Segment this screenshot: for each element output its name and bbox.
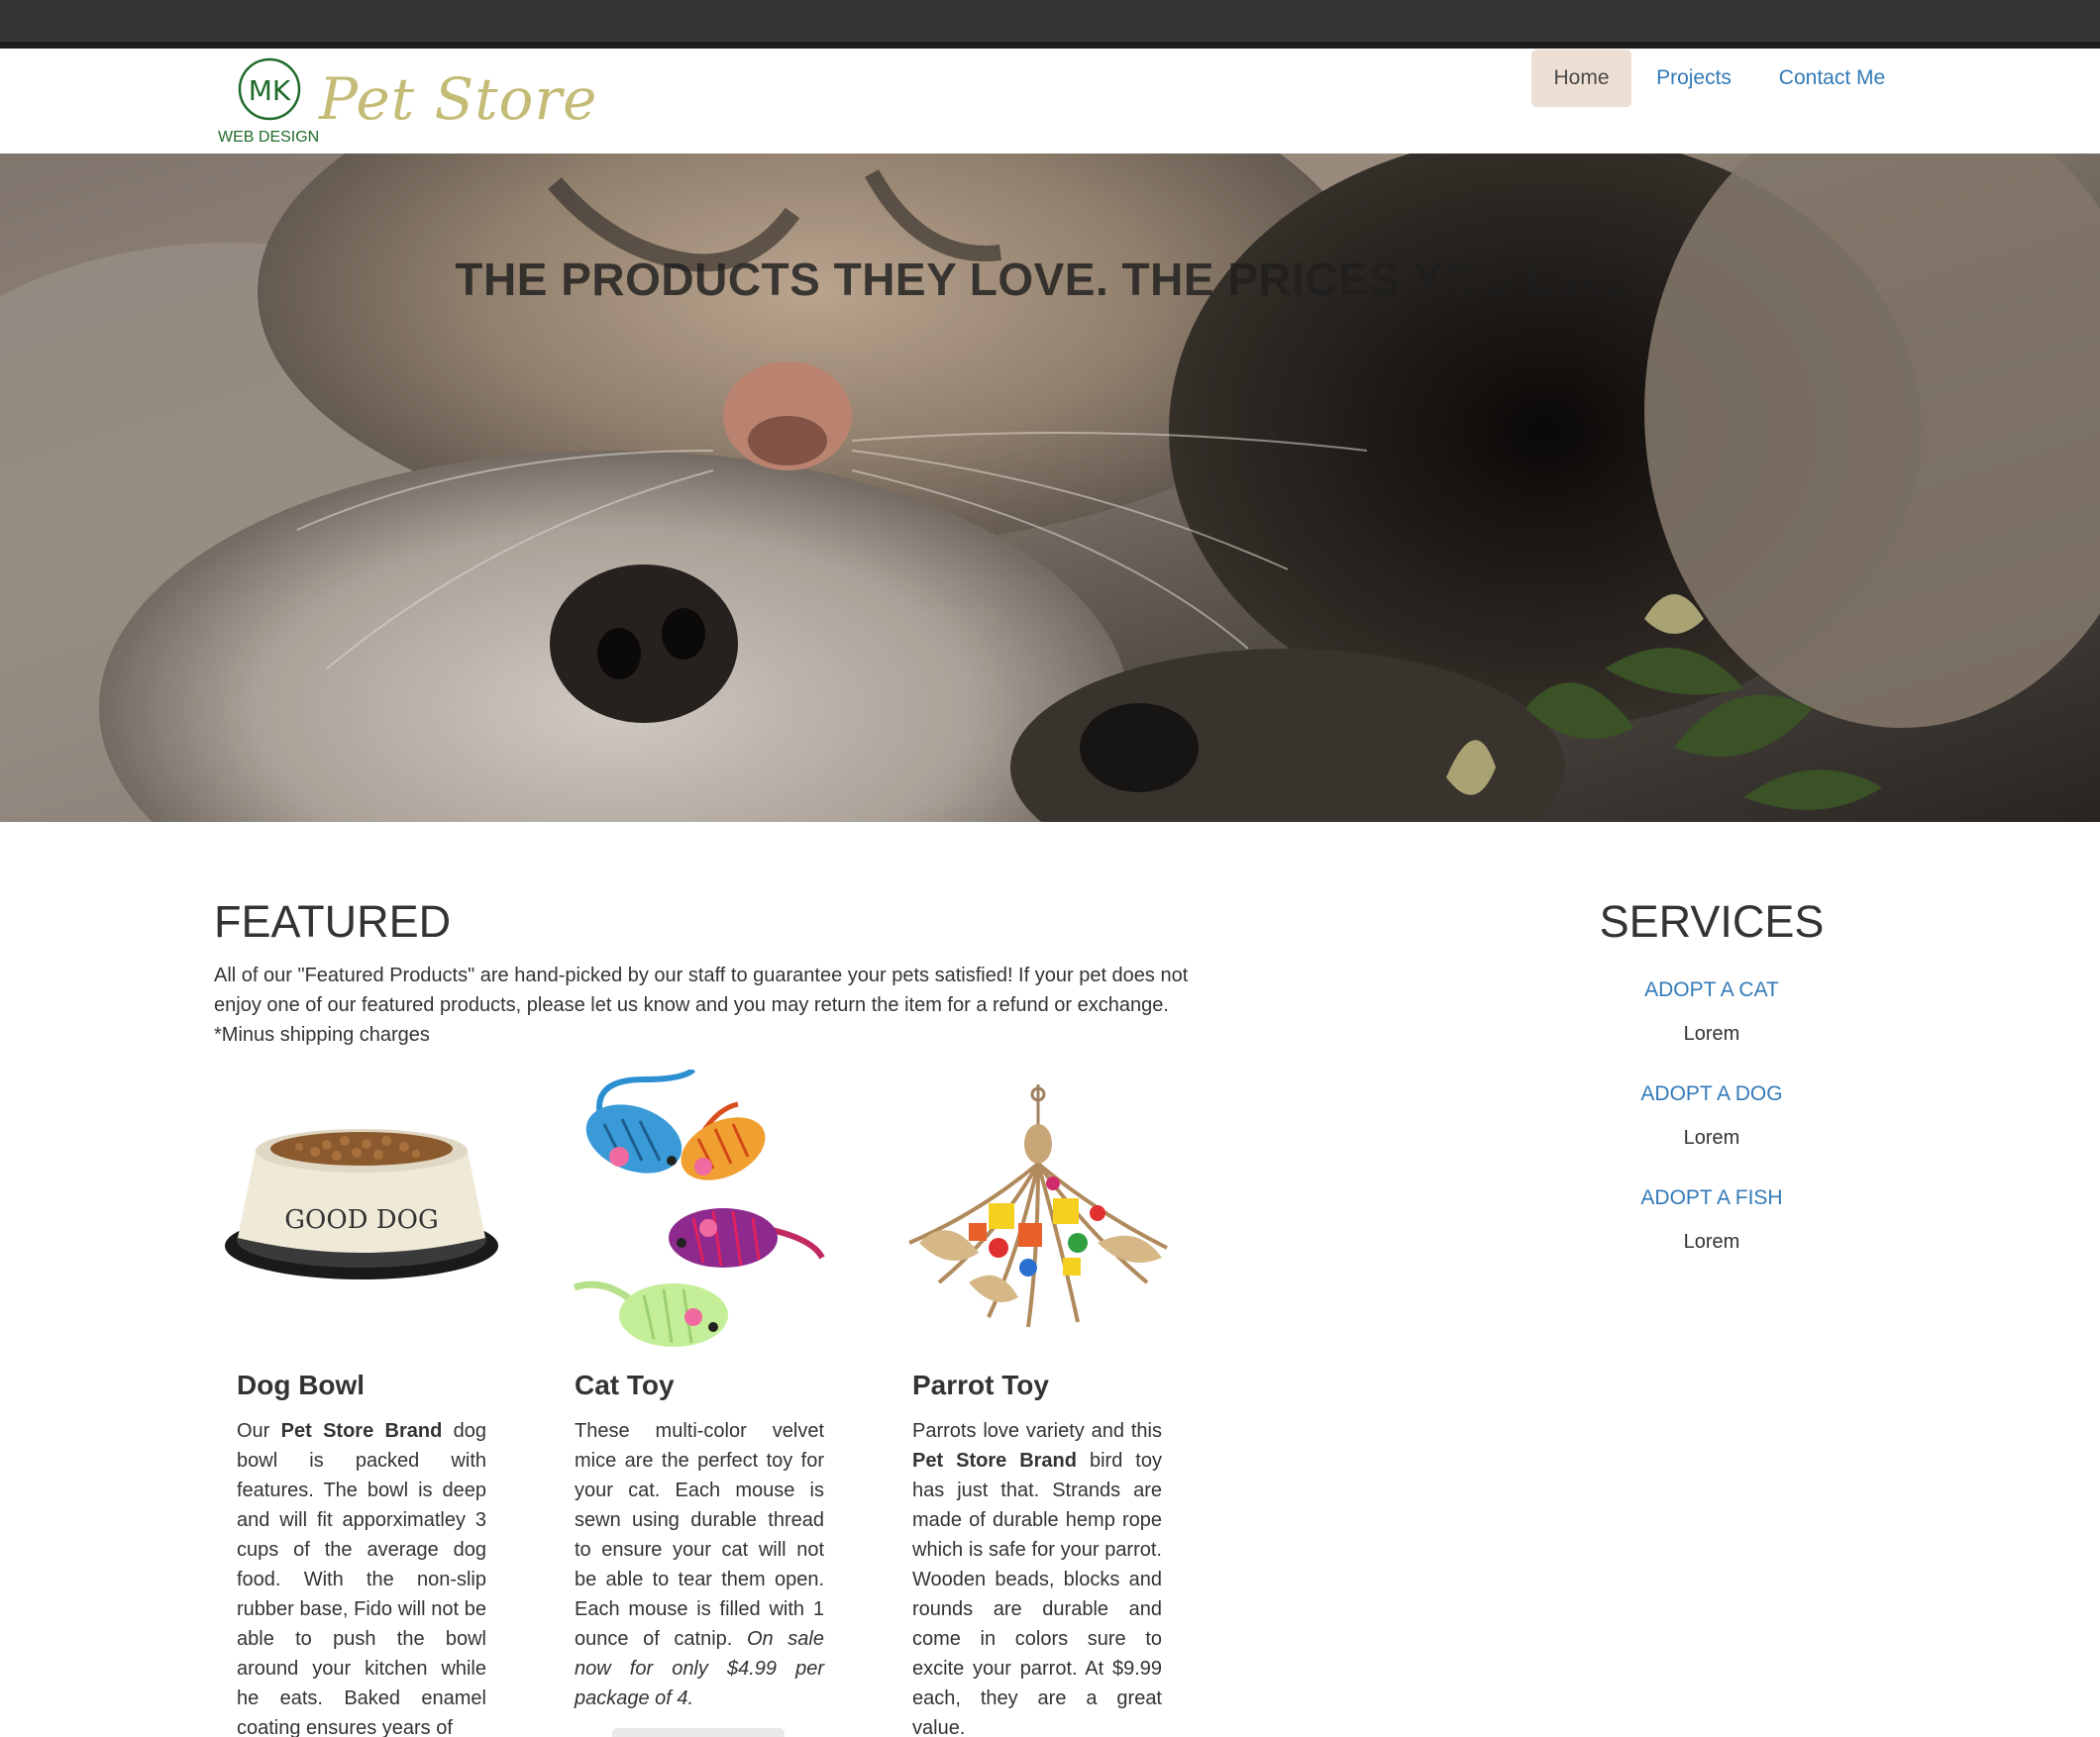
service-text-adopt-dog: Lorem (1683, 1127, 1740, 1149)
nav-home[interactable]: Home (1531, 50, 1631, 107)
cat-toy-button[interactable] (612, 1728, 785, 1737)
top-bar-edge (0, 42, 2100, 49)
browser-top-bar (0, 0, 2100, 42)
logo-monogram: MK (249, 74, 291, 107)
product-name-cat-toy: Cat Toy (575, 1370, 675, 1400)
services-title: SERVICES (1599, 896, 1825, 947)
brand-highlight: Pet Store Brand (280, 1420, 443, 1442)
cat-toy-image[interactable] (565, 1067, 832, 1357)
service-link-adopt-cat[interactable]: ADOPT A CAT (1514, 978, 1910, 1002)
mk-logo[interactable]: MK WEB DESIGN (216, 56, 327, 146)
nav-contact[interactable]: Contact Me (1760, 50, 1904, 107)
product-name-dog-bowl: Dog Bowl (237, 1370, 366, 1400)
dog-bowl-image[interactable]: GOOD DOG (218, 1119, 505, 1287)
product-desc-parrot-toy: Parrots love variety and this Pet Store … (912, 1420, 1162, 1737)
bowl-label: GOOD DOG (284, 1205, 438, 1235)
featured-title: FEATURED (214, 896, 452, 947)
service-link-adopt-fish[interactable]: ADOPT A FISH (1514, 1186, 1910, 1210)
hero-banner: THE PRODUCTS THEY LOVE. THE PRICES YOU L… (0, 153, 2100, 822)
service-text-adopt-cat: Lorem (1683, 1023, 1740, 1045)
logo-caption: WEB DESIGN (218, 129, 319, 146)
hero-heading: THE PRODUCTS THEY LOVE. THE PRICES YOU L… (455, 254, 1645, 305)
parrot-toy-image[interactable] (899, 1084, 1177, 1332)
product-name-parrot-toy: Parrot Toy (912, 1370, 1049, 1400)
product-desc-dog-bowl: Our Pet Store Brand dog bowl is packed w… (237, 1420, 486, 1737)
service-text-adopt-fish: Lorem (1683, 1231, 1740, 1253)
brand-highlight: Pet Store Brand (912, 1450, 1077, 1472)
service-link-adopt-dog[interactable]: ADOPT A DOG (1514, 1082, 1910, 1106)
nav-projects[interactable]: Projects (1638, 50, 1749, 107)
brand-name[interactable]: Pet Store (319, 65, 598, 133)
featured-intro: All of our "Featured Products" are hand-… (214, 965, 1189, 1046)
product-desc-cat-toy: These multi-color velvet mice are the pe… (575, 1420, 824, 1709)
